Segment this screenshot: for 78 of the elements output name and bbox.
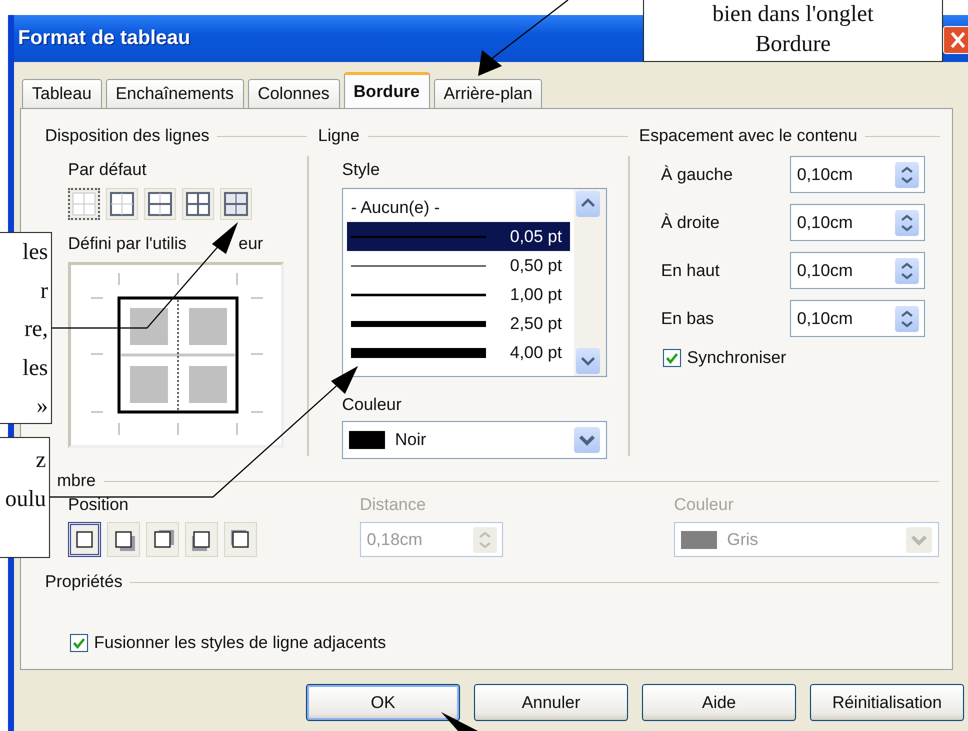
section-heading: Espacement avec le contenu: [639, 126, 858, 146]
color-dropdown[interactable]: Noir: [342, 421, 607, 459]
checkbox[interactable]: [663, 349, 681, 367]
close-button[interactable]: [943, 26, 968, 54]
field-label: Distance: [360, 495, 426, 515]
callout-text: les: [22, 354, 48, 382]
checkbox-label: Fusionner les styles de ligne adjacents: [94, 633, 386, 653]
spin-field[interactable]: 0,10cm: [790, 156, 925, 193]
dialog-button[interactable]: Réinitialisation: [810, 684, 964, 721]
line-style-option[interactable]: 0,05 pt: [347, 222, 570, 251]
option-label: 0,05 pt: [510, 226, 563, 246]
tab[interactable]: Tableau: [22, 79, 102, 108]
checkbox[interactable]: [70, 634, 88, 652]
option-label: 1,00 pt: [510, 284, 563, 304]
tab[interactable]: Enchaînements: [106, 79, 244, 108]
callout-text: re,: [24, 315, 48, 343]
border-grid-icon: [71, 191, 97, 217]
field-label: À gauche: [661, 164, 734, 184]
spinner-arrows-icon[interactable]: [895, 210, 919, 236]
border-grid-icon: [109, 191, 135, 217]
border-preset-button[interactable]: [68, 188, 100, 220]
tab[interactable]: Bordure: [344, 72, 430, 109]
field-label: Par défaut: [68, 160, 146, 180]
callout-text: z: [36, 446, 46, 474]
border-preview-drawing[interactable]: [68, 262, 284, 448]
chevron-down-icon: [574, 427, 600, 453]
color-swatch: [349, 431, 385, 449]
line-sample-icon: [351, 346, 486, 358]
chevron-down-icon: [906, 526, 932, 552]
line-style-list[interactable]: - Aucun(e) - 0,05 pt 0,50 pt 1,00 pt 2,50 pt 4,00 pt: [342, 188, 607, 377]
shadow-position-button[interactable]: [68, 522, 101, 557]
spin-field[interactable]: 0,10cm: [790, 300, 925, 337]
callout-text: bien dans l'onglet: [712, 1, 874, 26]
spin-field[interactable]: 0,10cm: [790, 252, 925, 289]
tab[interactable]: Arrière-plan: [434, 79, 542, 108]
field-label: Défini par l'utilis: [68, 234, 187, 254]
callout-text: oulu: [5, 485, 46, 513]
dialog-button[interactable]: Annuler: [474, 684, 628, 721]
field-label: En bas: [661, 308, 715, 328]
line-style-option[interactable]: 0,50 pt: [347, 251, 570, 280]
spinner-arrows-icon[interactable]: [895, 162, 919, 188]
dialog-button[interactable]: OK: [306, 684, 460, 721]
arrow: [441, 712, 478, 731]
field-label: En haut: [661, 260, 721, 280]
section-heading: Propriétés: [45, 572, 122, 592]
option-label: - Aucun(e) -: [351, 198, 441, 218]
field-label: eur: [238, 234, 264, 254]
option-label: 0,50 pt: [510, 256, 563, 276]
callout-text: »: [36, 392, 48, 420]
window-title: Format de tableau: [18, 27, 190, 50]
checkbox-label: Synchroniser: [687, 348, 786, 368]
line-style-option[interactable]: 2,50 pt: [347, 309, 570, 338]
field-label: Position: [68, 495, 128, 515]
line-style-option[interactable]: 1,00 pt: [347, 280, 570, 309]
spinner-arrows-icon[interactable]: [895, 258, 919, 284]
spin-field[interactable]: 0,10cm: [790, 204, 925, 241]
dialog-button[interactable]: Aide: [642, 684, 796, 721]
border-grid-icon: [185, 191, 211, 217]
border-grid-icon: [147, 191, 173, 217]
section-heading: mbre: [57, 471, 96, 491]
field-label: Couleur: [342, 395, 402, 415]
field-label: À droite: [661, 212, 721, 232]
scrollbar[interactable]: [574, 189, 606, 376]
callout-text: r: [40, 276, 48, 304]
border-grid-icon: [223, 191, 249, 217]
field-label: Couleur: [674, 495, 734, 515]
field-label: Style: [342, 160, 380, 180]
color-swatch: [681, 530, 717, 548]
spinner-arrows-icon[interactable]: [895, 306, 919, 332]
callout-text: Bordure: [755, 31, 831, 56]
tab[interactable]: Colonnes: [248, 79, 340, 108]
line-style-option[interactable]: - Aucun(e) -: [347, 193, 570, 222]
option-label: 2,50 pt: [510, 314, 563, 334]
option-label: 4,00 pt: [510, 342, 563, 362]
section-heading: Disposition des lignes: [45, 126, 210, 146]
line-style-option[interactable]: 4,00 pt: [347, 338, 570, 367]
callout-text: les: [22, 238, 48, 266]
section-heading: Ligne: [318, 126, 360, 146]
